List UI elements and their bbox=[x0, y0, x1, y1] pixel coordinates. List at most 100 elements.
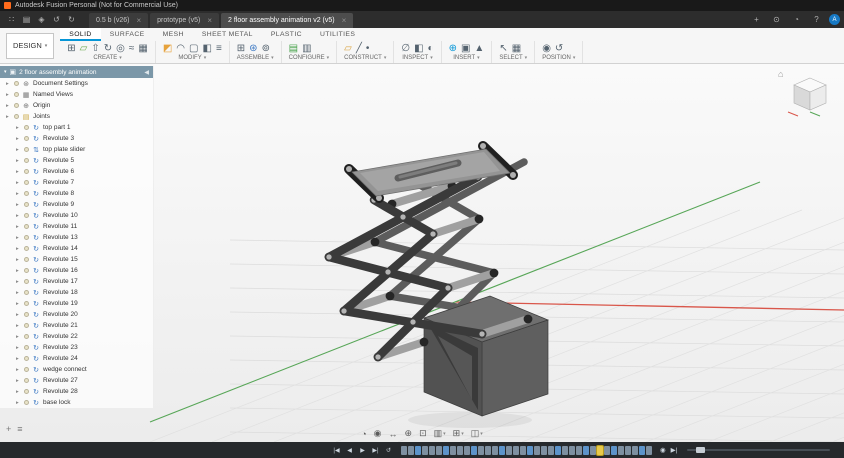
decal-icon[interactable]: ▣ bbox=[461, 42, 470, 55]
view-cube[interactable]: ⌂ bbox=[778, 69, 836, 118]
workspace-switcher[interactable]: DESIGN ▾ bbox=[6, 32, 55, 59]
tree-item[interactable]: ▸ ⊕ Origin bbox=[0, 100, 153, 111]
timeline-slider-handle[interactable] bbox=[695, 447, 705, 453]
timeline-feature-icon[interactable] bbox=[541, 445, 547, 455]
timeline-feature-icon[interactable] bbox=[401, 445, 407, 455]
timeline-feature-icon[interactable] bbox=[548, 445, 554, 455]
tree-item[interactable]: ▸ ↻ top part 1 bbox=[0, 122, 153, 133]
close-tab-icon[interactable]: × bbox=[136, 16, 141, 25]
tree-caret-icon[interactable]: ▸ bbox=[6, 114, 11, 120]
revert-position-icon[interactable]: ↺ bbox=[555, 42, 563, 55]
tree-item[interactable]: ▸ ↻ Revolute 7 bbox=[0, 177, 153, 188]
undo-icon[interactable]: ↺ bbox=[49, 12, 64, 27]
ribbon-tab-utilities[interactable]: UTILITIES bbox=[311, 28, 364, 41]
visibility-icon[interactable] bbox=[14, 81, 19, 86]
insert-mesh-icon[interactable]: ▲ bbox=[474, 42, 484, 55]
visibility-icon[interactable] bbox=[24, 125, 29, 130]
tree-item[interactable]: ▸ ↻ Revolute 28 bbox=[0, 386, 153, 397]
press-pull-icon[interactable]: ◩ bbox=[163, 42, 172, 55]
tree-caret-icon[interactable]: ▸ bbox=[16, 158, 21, 164]
tree-caret-icon[interactable]: ▸ bbox=[16, 323, 21, 329]
document-tab[interactable]: 2 floor assembly animation v2 (v5) × bbox=[221, 13, 354, 28]
hole-icon[interactable]: ◎ bbox=[116, 42, 125, 55]
tree-caret-icon[interactable]: ▸ bbox=[16, 235, 21, 241]
visibility-icon[interactable] bbox=[24, 323, 29, 328]
visibility-icon[interactable] bbox=[24, 158, 29, 163]
capture-position-icon[interactable]: ◉ bbox=[542, 42, 551, 55]
combine-icon[interactable]: ◧ bbox=[202, 42, 211, 55]
tree-item[interactable]: ▸ ⇅ top plate slider bbox=[0, 144, 153, 155]
go-to-start-icon[interactable]: |◀ bbox=[332, 447, 341, 454]
section-analysis-icon[interactable]: ◐ bbox=[428, 42, 434, 55]
tree-caret-icon[interactable]: ▸ bbox=[16, 213, 21, 219]
timeline-feature-icon[interactable] bbox=[632, 445, 638, 455]
timeline-feature-icon[interactable] bbox=[520, 445, 526, 455]
timeline-feature-icon[interactable] bbox=[527, 445, 533, 455]
tree-caret-icon[interactable]: ▸ bbox=[16, 400, 21, 406]
tree-caret-icon[interactable]: ▸ bbox=[16, 367, 21, 373]
redo-icon[interactable]: ↻ bbox=[64, 12, 79, 27]
timeline-end-icon[interactable]: ▶| bbox=[671, 446, 678, 454]
tree-item[interactable]: ▸ ↻ Revolute 17 bbox=[0, 276, 153, 287]
tree-caret-icon[interactable]: ▸ bbox=[16, 356, 21, 362]
tree-item[interactable]: ▸ ↻ Revolute 18 bbox=[0, 287, 153, 298]
visibility-icon[interactable] bbox=[24, 235, 29, 240]
timeline-feature-icon[interactable] bbox=[506, 445, 512, 455]
timeline-feature-icon[interactable] bbox=[604, 445, 610, 455]
tree-item[interactable]: ▸ ↻ Revolute 9 bbox=[0, 199, 153, 210]
visibility-icon[interactable] bbox=[24, 191, 29, 196]
pan-icon[interactable]: ↔ bbox=[389, 429, 398, 439]
toolbar-group-label[interactable]: ASSEMBLE ▾ bbox=[237, 55, 274, 61]
profile-avatar[interactable]: A bbox=[829, 14, 840, 25]
visibility-icon[interactable] bbox=[24, 367, 29, 372]
visibility-icon[interactable] bbox=[14, 114, 19, 119]
motion-link-icon[interactable]: ⊚ bbox=[262, 42, 270, 55]
tree-caret-icon[interactable]: ▸ bbox=[16, 191, 21, 197]
toolbar-group-label[interactable]: INSPECT ▾ bbox=[401, 55, 433, 61]
timeline-feature-icon[interactable] bbox=[639, 445, 645, 455]
toolbar-group-label[interactable]: INSERT ▾ bbox=[449, 55, 485, 61]
timeline-feature-icon[interactable] bbox=[436, 445, 442, 455]
tree-caret-icon[interactable]: ▸ bbox=[16, 279, 21, 285]
tree-caret-icon[interactable]: ▸ bbox=[6, 103, 11, 109]
timeline-feature-icon[interactable] bbox=[478, 445, 484, 455]
visibility-icon[interactable] bbox=[24, 224, 29, 229]
measure-icon[interactable]: ∅ bbox=[401, 42, 410, 55]
visibility-icon[interactable] bbox=[24, 290, 29, 295]
timeline-feature-icon[interactable] bbox=[555, 445, 561, 455]
step-back-icon[interactable]: ◀ bbox=[345, 447, 354, 454]
tree-item[interactable]: ▸ ↻ Revolute 16 bbox=[0, 265, 153, 276]
scissor-lift-model[interactable] bbox=[324, 141, 550, 428]
tree-caret-icon[interactable]: ▸ bbox=[16, 246, 21, 252]
tree-item[interactable]: ▸ ▦ Named Views bbox=[0, 89, 153, 100]
close-tab-icon[interactable]: × bbox=[342, 16, 347, 25]
tree-item[interactable]: ▸ ↻ Revolute 10 bbox=[0, 210, 153, 221]
tree-caret-icon[interactable]: ▸ bbox=[16, 290, 21, 296]
tree-item[interactable]: ▸ ▤ Joints bbox=[0, 111, 153, 122]
timeline-marker-icon[interactable]: ◉ bbox=[660, 446, 666, 454]
tree-caret-icon[interactable]: ▸ bbox=[6, 81, 11, 87]
interference-icon[interactable]: ◧ bbox=[414, 42, 423, 55]
tree-item[interactable]: ▸ ↻ Revolute 14 bbox=[0, 243, 153, 254]
tree-caret-icon[interactable]: ▸ bbox=[16, 378, 21, 384]
orbit-icon[interactable]: ◔ bbox=[361, 429, 366, 439]
select-icon[interactable]: ↖ bbox=[499, 42, 507, 55]
display-settings-icon[interactable]: ▥ ▾ bbox=[434, 428, 446, 439]
tree-caret-icon[interactable]: ▸ bbox=[6, 92, 11, 98]
tree-caret-icon[interactable]: ▸ bbox=[16, 147, 21, 153]
visibility-icon[interactable] bbox=[24, 202, 29, 207]
visibility-icon[interactable] bbox=[14, 103, 19, 108]
visibility-icon[interactable] bbox=[24, 356, 29, 361]
timeline-feature-icon[interactable] bbox=[618, 445, 624, 455]
tree-caret-icon[interactable]: ▸ bbox=[16, 334, 21, 340]
visibility-icon[interactable] bbox=[24, 345, 29, 350]
home-icon[interactable]: ⌂ bbox=[778, 69, 783, 79]
timeline-feature-icon[interactable] bbox=[429, 445, 435, 455]
tree-caret-icon[interactable]: ▸ bbox=[16, 169, 21, 175]
document-tab[interactable]: 0.5 b (v26) × bbox=[89, 13, 149, 28]
timeline-feature-icon[interactable] bbox=[611, 445, 617, 455]
ribbon-tab-surface[interactable]: SURFACE bbox=[101, 28, 154, 41]
construction-point-icon[interactable]: • bbox=[366, 42, 370, 55]
visibility-icon[interactable] bbox=[24, 268, 29, 273]
visibility-icon[interactable] bbox=[24, 136, 29, 141]
